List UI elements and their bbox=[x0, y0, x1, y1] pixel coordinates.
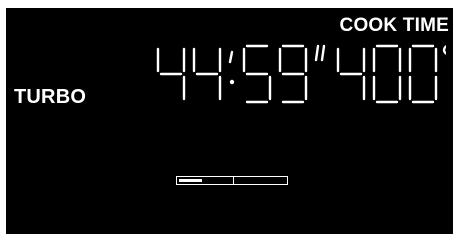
colon-lower-dot bbox=[229, 79, 235, 85]
turbo-mode-label: TURBO bbox=[14, 86, 87, 108]
seven-segment-readout bbox=[146, 36, 446, 112]
temperature-value bbox=[336, 44, 438, 104]
timer-minutes bbox=[156, 47, 222, 101]
seven-segment-svg bbox=[156, 44, 446, 104]
colon-upper-dot bbox=[228, 50, 234, 64]
oven-display-screen: COOK TIME TURBO bbox=[6, 8, 453, 234]
seconds-mark bbox=[314, 44, 326, 62]
degree-symbol bbox=[442, 45, 446, 55]
timer-colon bbox=[228, 50, 235, 85]
seconds-mark-stroke bbox=[314, 44, 320, 62]
cook-progress-midpoint bbox=[233, 176, 234, 184]
seconds-mark-stroke bbox=[320, 44, 326, 62]
timer-seconds bbox=[242, 44, 308, 104]
cook-progress-fill bbox=[179, 179, 202, 182]
cook-time-label: COOK TIME bbox=[339, 15, 449, 36]
cook-progress-bar bbox=[176, 176, 288, 185]
degree-circle bbox=[442, 45, 446, 55]
